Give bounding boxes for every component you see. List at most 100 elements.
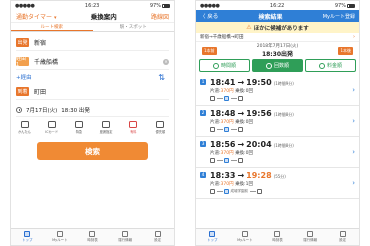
tab-my-route[interactable]: Myルート — [229, 229, 262, 245]
swap-arrows-icon[interactable]: ⇅ — [158, 73, 165, 82]
sort-by-time[interactable]: 時間順 — [199, 59, 250, 72]
train-icon — [224, 189, 229, 194]
option-reserved-seat[interactable]: 座席指定 — [98, 121, 115, 134]
chevron-right-icon: › — [352, 117, 355, 125]
option-paid[interactable]: 有料 — [125, 121, 142, 134]
route-legs — [210, 158, 355, 163]
result-row[interactable]: 2 18:48 → 19:56 (1時間8分) 片道:370円 乗換:0回 › — [196, 106, 359, 137]
option-ic-card[interactable]: ICカード — [43, 121, 60, 134]
route-legs: 成城学園前 — [210, 189, 355, 194]
train-icon — [224, 127, 229, 132]
option-label: 優先順 — [155, 130, 166, 134]
tab-service-info[interactable]: 運行情報 — [109, 229, 142, 245]
sort-label: 料金順 — [326, 63, 342, 69]
save-my-route-button[interactable]: Myルート登録 — [323, 13, 355, 20]
result-times: 18:56 → 20:04 (1時間8分) — [210, 140, 294, 149]
via-value: 千歳船橋 — [34, 59, 59, 66]
result-times: 18:41 → 19:50 (1時間9分) — [210, 78, 294, 87]
info-icon — [122, 231, 129, 237]
option-easy[interactable]: かんたん — [16, 121, 33, 134]
tab-service-info[interactable]: 運行情報 — [294, 229, 327, 245]
commute-timer-label: 通勤タイマー — [16, 13, 53, 21]
tab-my-route[interactable]: Myルート — [44, 229, 77, 245]
train-icon — [210, 127, 215, 132]
option-express[interactable]: 特急 — [70, 121, 87, 134]
battery-icon — [347, 3, 355, 8]
add-via-button[interactable]: +経由 — [16, 73, 169, 81]
seat-icon — [102, 121, 111, 128]
result-fare: 片道:370円 乗換:0回 — [210, 150, 355, 156]
train-icon — [209, 231, 216, 237]
result-row[interactable]: 4 18:33 → 19:28 (55分) 片道:370円 乗換:1回 成城学園前 … — [196, 168, 359, 199]
arrival-time: 19:56 — [246, 109, 272, 118]
sort-by-fare[interactable]: 料金順 — [305, 59, 356, 72]
tab-top[interactable]: トップ — [196, 229, 229, 245]
option-label: ICカード — [45, 130, 59, 134]
alternatives-notice[interactable]: ⚠ ほかに候補があります — [196, 22, 359, 33]
status-time: 16:22 — [269, 2, 285, 9]
clear-icon[interactable]: ✕ — [163, 58, 169, 65]
leg-connector — [249, 191, 256, 192]
tab-label: Myルート — [237, 238, 253, 242]
clock-icon — [212, 62, 219, 69]
duration: (1時間8分) — [273, 112, 294, 117]
back-button[interactable]: 〈 戻る — [200, 12, 218, 20]
tab-label: Myルート — [52, 238, 68, 242]
route-icon — [56, 231, 63, 237]
datetime-selector[interactable]: 7月17日(火) 18:30 出発 — [16, 104, 169, 117]
warning-icon: ⚠ — [246, 24, 252, 31]
leg-connector — [216, 129, 223, 130]
signal-indicator: ●●●●● — [15, 2, 35, 9]
search-type-tabs: ルート検索 駅・スポット — [11, 23, 174, 32]
navigation-bar: 通勤タイマー ▾ 乗換案内 路線図 — [11, 10, 174, 23]
chevron-right-icon: › — [352, 86, 355, 94]
status-bar: ●●●●● 16:23 97% — [11, 1, 174, 10]
walk-icon — [20, 121, 29, 128]
status-time: 16:23 — [84, 2, 100, 9]
result-row[interactable]: 3 18:56 → 20:04 (1時間8分) 片道:370円 乗換:0回 › — [196, 137, 359, 168]
option-label: かんたん — [18, 130, 31, 134]
arrival-time: 19:50 — [246, 78, 272, 87]
previous-train-button[interactable]: 1本前 — [202, 46, 217, 55]
tab-label: 時刻表 — [87, 238, 98, 242]
search-time: 18:30出発 — [261, 51, 294, 58]
tab-route-search[interactable]: ルート検索 — [11, 23, 93, 31]
tab-station-spot[interactable]: 駅・スポット — [93, 23, 175, 31]
chevron-down-icon: ▾ — [53, 14, 57, 21]
transfer-count: 乗換:0回 — [235, 120, 253, 125]
tab-timetable[interactable]: 時刻表 — [261, 229, 294, 245]
option-label: 特急 — [75, 130, 83, 134]
route-map-link[interactable]: 路線図 — [151, 12, 169, 21]
chevron-right-icon: › — [353, 34, 355, 40]
search-options: かんたん ICカード 特急 座席指定 有料 優先順 — [16, 121, 169, 134]
result-number: 4 — [200, 172, 206, 178]
departure-time: 18:41 — [210, 78, 236, 87]
departure-field[interactable]: 出発 新宿 — [16, 35, 169, 51]
result-fare: 片道:370円 乗換:1回 — [210, 181, 355, 187]
option-label: 有料 — [130, 130, 137, 134]
arrival-field[interactable]: 到着 町田 — [16, 84, 169, 100]
tab-settings[interactable]: 設定 — [326, 229, 359, 245]
search-button[interactable]: 検索 — [37, 142, 148, 160]
tab-timetable[interactable]: 時刻表 — [76, 229, 109, 245]
fare-value: 370円 — [220, 89, 234, 94]
info-icon — [307, 231, 314, 237]
navigation-bar: 〈 戻る 検索結果 Myルート登録 — [196, 10, 359, 22]
via-field[interactable]: 経由1 千歳船橋 ✕ — [16, 54, 169, 70]
commute-timer-link[interactable]: 通勤タイマー ▾ — [16, 12, 56, 21]
bottom-tab-bar: トップ Myルート 時刻表 運行情報 設定 — [11, 228, 174, 245]
tab-settings[interactable]: 設定 — [141, 229, 174, 245]
search-datetime: 2018年7月17日(火) 18:30出発 — [257, 43, 299, 58]
fare-value: 370円 — [220, 120, 234, 125]
sort-by-transfers[interactable]: 回数順 — [252, 59, 303, 72]
next-train-button[interactable]: 1本後 — [338, 46, 353, 55]
route-summary[interactable]: 新宿→千歳船橋→町田 › — [196, 33, 359, 42]
result-number: 1 — [200, 79, 206, 85]
tab-top[interactable]: トップ — [11, 229, 44, 245]
result-row[interactable]: 1 18:41 → 19:50 (1時間9分) 片道:370円 乗換:0回 › — [196, 75, 359, 106]
train-icon — [224, 158, 229, 163]
tab-label: 運行情報 — [118, 238, 133, 242]
duration: (1時間8分) — [273, 143, 294, 148]
battery-icon — [162, 3, 170, 8]
option-priority[interactable]: 優先順 — [152, 121, 169, 134]
